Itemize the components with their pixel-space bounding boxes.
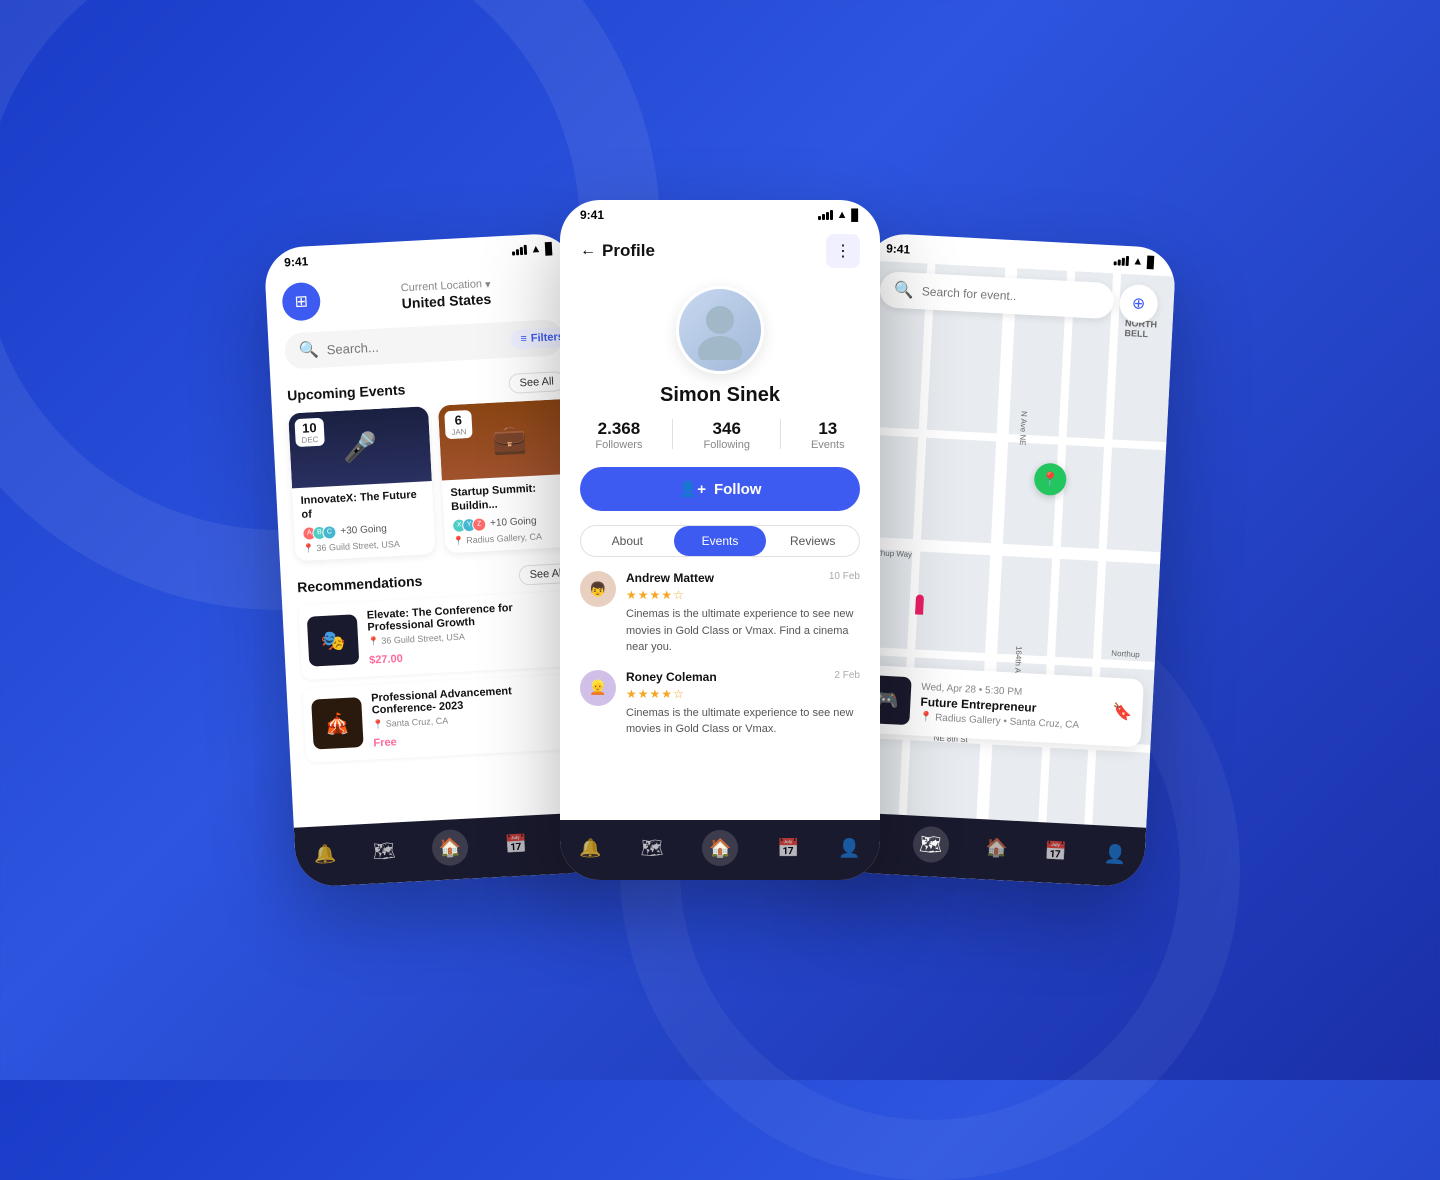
event-card-title-0: InnovateX: The Future of [300, 487, 425, 522]
battery-icon: ▊ [545, 242, 554, 255]
reviewer-avatar-0: 👦 [580, 571, 616, 607]
review-text-1: Cinemas is the ultimate experience to se… [626, 705, 860, 738]
rec-info-0: Elevate: The Conference for Professional… [366, 599, 571, 668]
review-text-0: Cinemas is the ultimate experience to se… [626, 606, 860, 656]
map-search-input[interactable] [922, 284, 1101, 307]
location-block: Current Location ▾ United States [331, 274, 560, 315]
bottom-nav-center: 🔔 🗺 🏠 📅 👤 [560, 820, 880, 880]
nav-profile-right[interactable]: 👤 [1103, 843, 1126, 865]
nav-map-left[interactable]: 🗺 [372, 840, 396, 862]
search-input-left[interactable] [326, 333, 503, 357]
rec-card-1[interactable]: 🎪 Professional Advancement Conference- 2… [303, 673, 585, 762]
stat-following: 346 Following [703, 419, 749, 451]
stars-0: ★★★★☆ [626, 588, 860, 602]
status-time-center: 9:41 [580, 208, 604, 222]
event-location-0: 📍 36 Guild Street, USA [303, 537, 427, 554]
right-phone: 9:41 ▲ ▊ 🔍 ⊕ [833, 232, 1176, 887]
status-time-left: 9:41 [284, 254, 309, 269]
profile-avatar-section: Simon Sinek 2.368 Followers 346 Followin… [560, 276, 880, 525]
battery-icon-center: ▊ [852, 209, 860, 222]
stat-events: 13 Events [811, 419, 845, 451]
status-icons-left: ▲ ▊ [511, 242, 554, 257]
reviewer-name-0: Andrew Mattew [626, 571, 714, 585]
profile-tabs: About Events Reviews [580, 525, 860, 557]
map-pin-icon: 📍 [1041, 470, 1059, 488]
nav-calendar-right[interactable]: 📅 [1044, 840, 1067, 862]
location-target-icon: ⊕ [1131, 293, 1145, 314]
event-card-title-1: Startup Summit: Buildin... [450, 480, 575, 515]
rec-price-0: $27.00 [369, 652, 403, 666]
event-location-1: 📍 Radius Gallery, CA [453, 529, 577, 546]
map-bookmark-1 [915, 595, 924, 615]
left-phone: 9:41 ▲ ▊ ⊞ Current Location ▾ Un [263, 232, 606, 887]
app-logo: ⊞ [281, 282, 321, 322]
review-content-1: Roney Coleman 2 Feb ★★★★☆ Cinemas is the… [626, 670, 860, 738]
tab-about[interactable]: About [581, 526, 674, 556]
reviewer-avatar-1: 👱 [580, 670, 616, 706]
status-icons-center: ▲ ▊ [818, 209, 860, 222]
see-all-upcoming-button[interactable]: See All [508, 371, 565, 394]
battery-icon-right: ▊ [1147, 256, 1156, 269]
popup-info: Wed, Apr 28 • 5:30 PM Future Entrepreneu… [919, 681, 1103, 731]
nav-profile-center[interactable]: 👤 [838, 838, 860, 859]
event-date-badge-0: 10 DEC [294, 418, 324, 447]
recommendations-list: 🎭 Elevate: The Conference for Profession… [282, 589, 600, 763]
profile-stats: 2.368 Followers 346 Following 13 Events [595, 419, 844, 451]
nav-calendar-center[interactable]: 📅 [777, 838, 799, 859]
nav-calendar-left[interactable]: 📅 [504, 833, 527, 855]
event-date-badge-1: 6 JAN [444, 410, 473, 439]
nav-home-center[interactable]: 🏠 [702, 830, 738, 866]
review-content-0: Andrew Mattew 10 Feb ★★★★☆ Cinemas is th… [626, 571, 860, 656]
signal-icon-right [1113, 255, 1129, 266]
review-date-1: 2 Feb [834, 670, 860, 681]
nav-notifications-center[interactable]: 🔔 [579, 838, 601, 859]
filter-icon: ≡ [520, 333, 527, 345]
upcoming-events-list: 🎤 10 DEC InnovateX: The Future of A B [272, 398, 590, 572]
wifi-icon: ▲ [530, 243, 542, 256]
tab-reviews[interactable]: Reviews [766, 526, 859, 556]
upcoming-title: Upcoming Events [287, 381, 406, 403]
search-icon-map: 🔍 [893, 280, 914, 301]
stars-1: ★★★★☆ [626, 687, 860, 701]
reviewer-name-1: Roney Coleman [626, 670, 717, 684]
follow-icon: 👤+ [679, 480, 706, 498]
rec-price-1: Free [373, 736, 397, 749]
wifi-icon-right: ▲ [1132, 255, 1144, 268]
wifi-icon-center: ▲ [837, 209, 848, 221]
rec-card-0[interactable]: 🎭 Elevate: The Conference for Profession… [298, 590, 580, 679]
user-name: Simon Sinek [660, 384, 780, 407]
reviews-list: 👦 Andrew Mattew 10 Feb ★★★★☆ Cinemas is … [560, 571, 880, 738]
recommendations-title: Recommendations [297, 572, 423, 595]
review-date-0: 10 Feb [829, 571, 860, 582]
follow-button[interactable]: 👤+ Follow [580, 467, 860, 511]
signal-icon-center [818, 210, 833, 220]
profile-header-bar: ← Profile ⋮ [560, 226, 880, 276]
nav-map-right[interactable]: 🗺 [912, 826, 950, 864]
tab-events[interactable]: Events [674, 526, 767, 556]
profile-page-title: Profile [602, 241, 655, 261]
more-options-button[interactable]: ⋮ [826, 234, 860, 268]
nav-map-center[interactable]: 🗺 [641, 838, 664, 859]
center-phone: 9:41 ▲ ▊ ← Profile ⋮ [560, 200, 880, 880]
nav-home-left[interactable]: 🏠 [431, 829, 469, 867]
review-item-1: 👱 Roney Coleman 2 Feb ★★★★☆ Cinemas is t… [580, 670, 860, 738]
nav-notifications-left[interactable]: 🔔 [313, 843, 336, 865]
back-button[interactable]: ← Profile [580, 241, 655, 261]
bookmark-icon[interactable]: 🔖 [1112, 702, 1133, 723]
status-bar-center: 9:41 ▲ ▊ [560, 200, 880, 226]
signal-icon [511, 245, 527, 256]
review-item-0: 👦 Andrew Mattew 10 Feb ★★★★☆ Cinemas is … [580, 571, 860, 656]
stat-followers: 2.368 Followers [595, 419, 642, 451]
status-icons-right: ▲ ▊ [1113, 254, 1156, 269]
avatar [676, 286, 764, 374]
rec-image-1: 🎪 [311, 697, 364, 750]
rec-info-1: Professional Advancement Conference- 202… [371, 682, 576, 751]
status-time-right: 9:41 [886, 241, 911, 256]
search-icon-left: 🔍 [298, 340, 319, 361]
event-card-0[interactable]: 🎤 10 DEC InnovateX: The Future of A B [288, 406, 436, 561]
nav-home-right[interactable]: 🏠 [985, 837, 1008, 859]
rec-image-0: 🎭 [307, 614, 360, 667]
more-icon: ⋮ [835, 241, 851, 261]
